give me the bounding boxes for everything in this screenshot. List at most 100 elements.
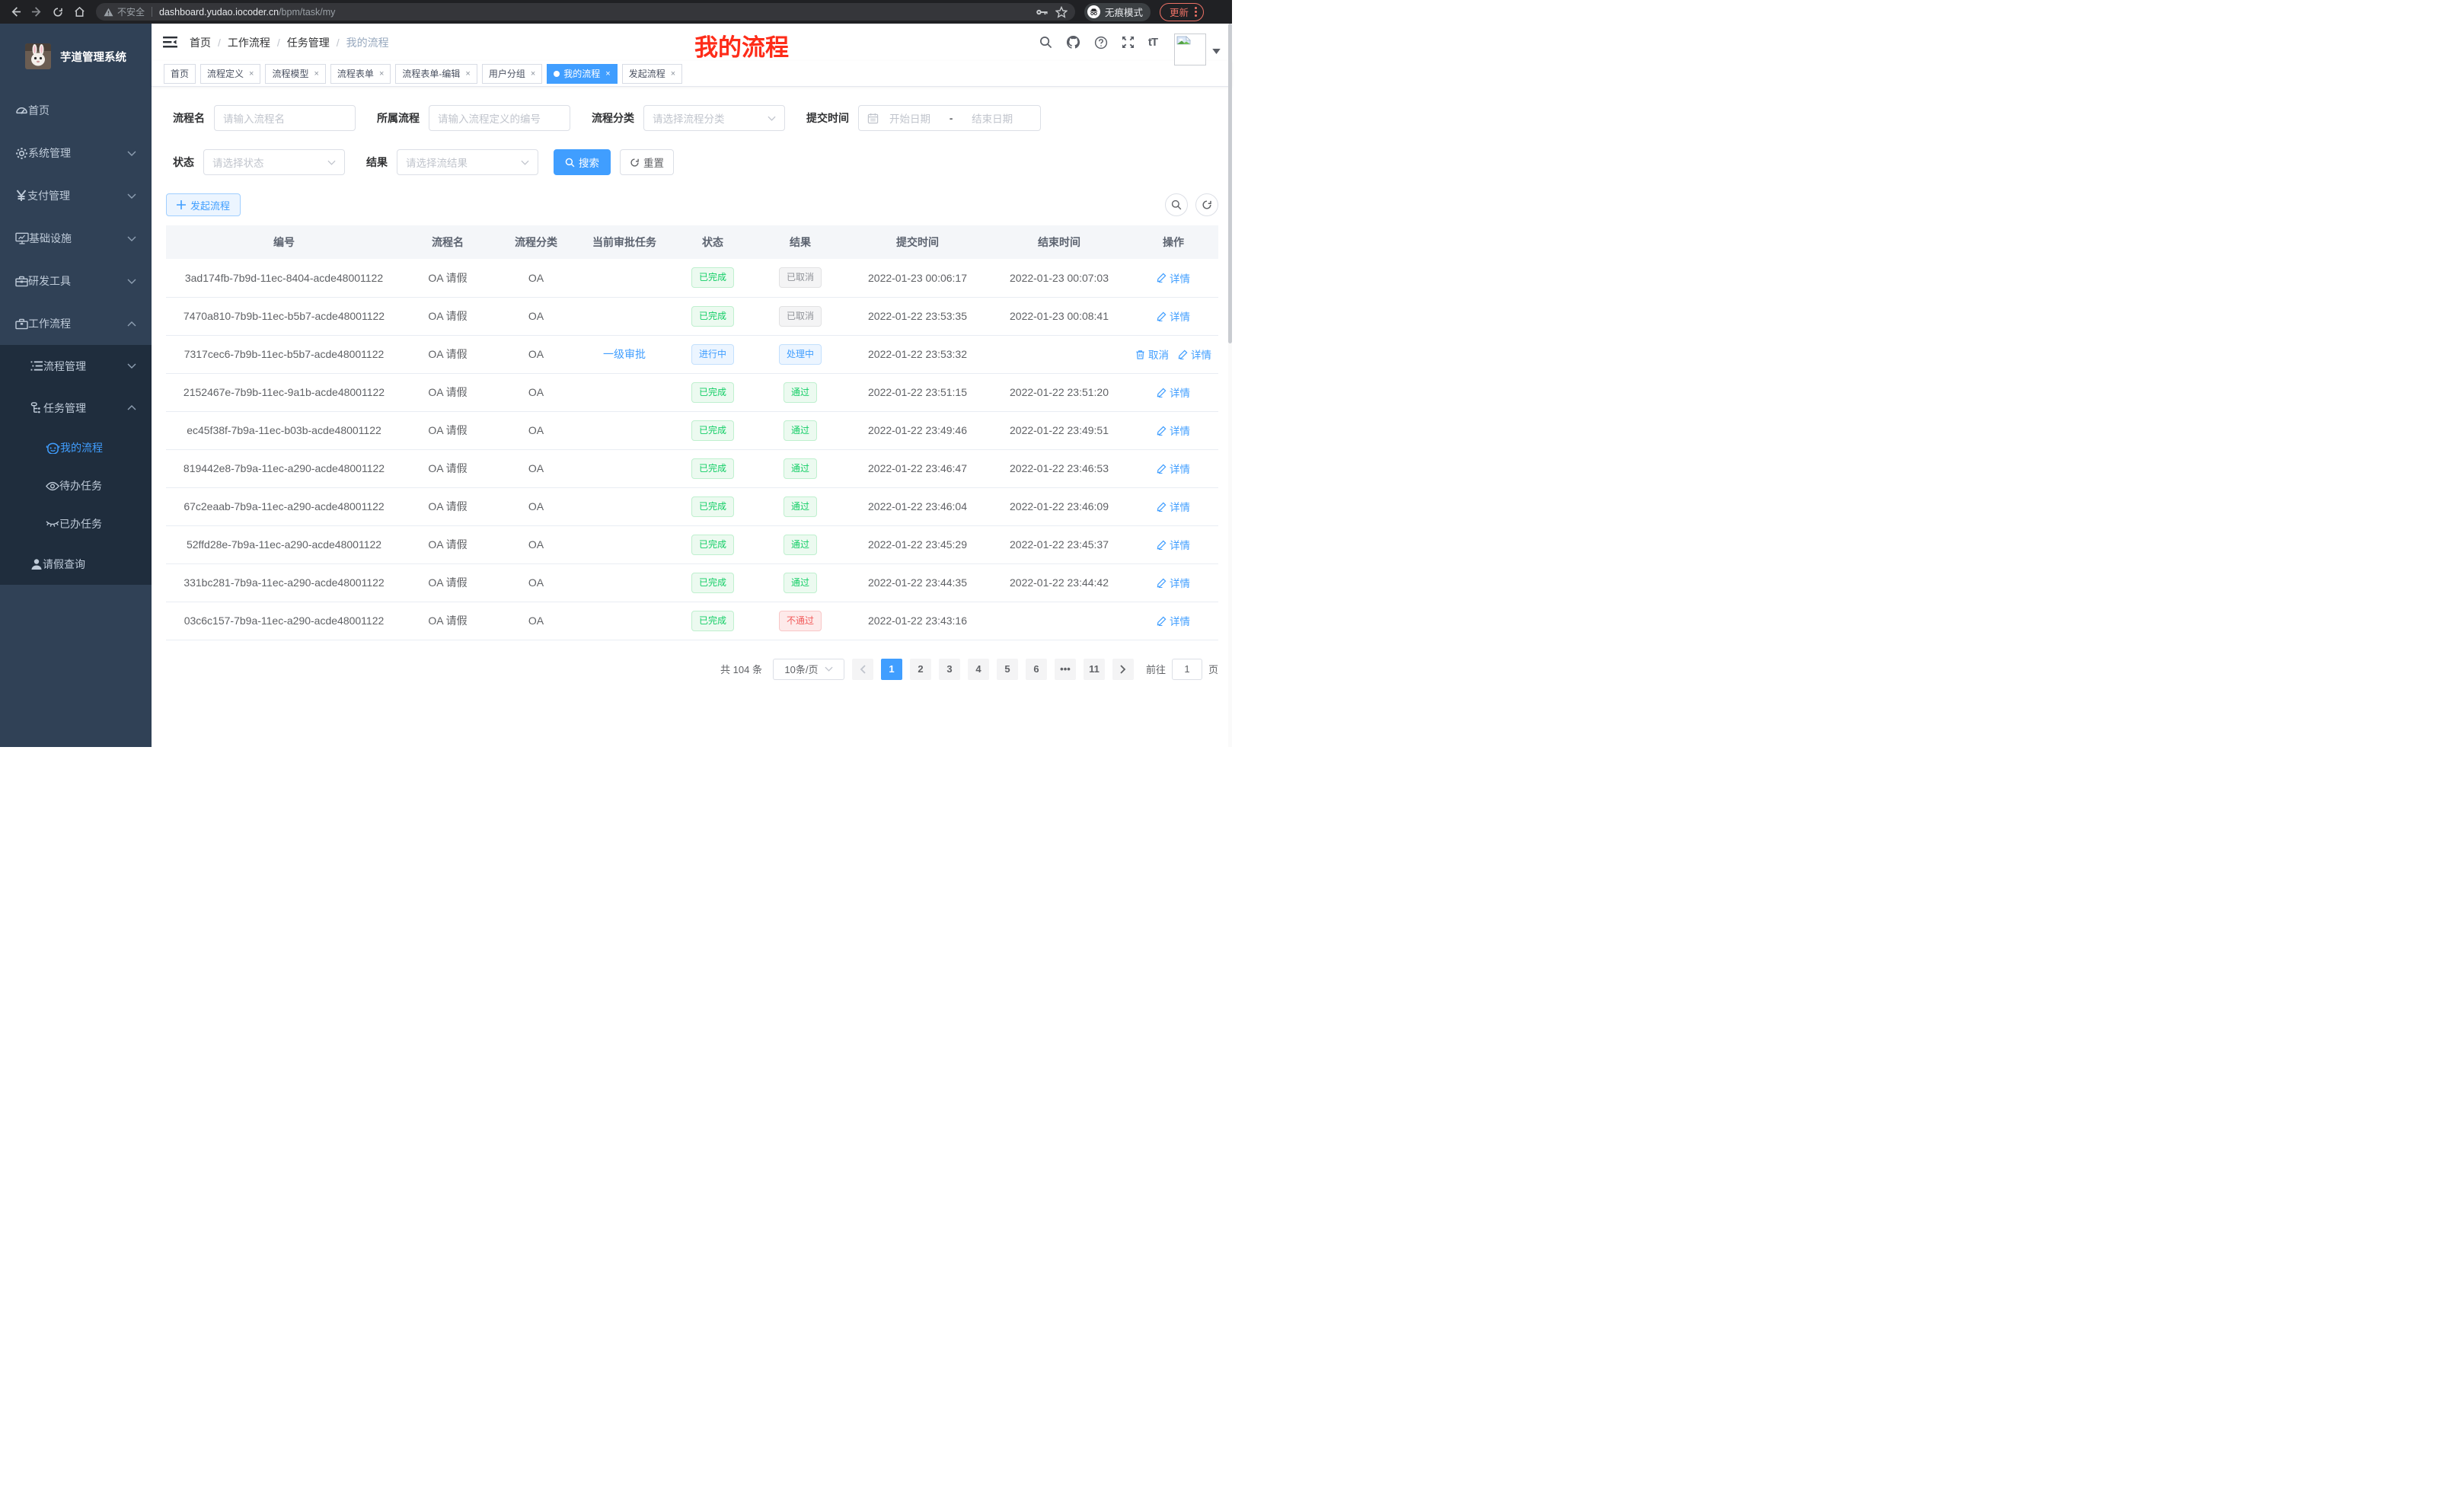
page-button-5[interactable]: 5 [997,659,1018,680]
sidebar-item-5[interactable]: 工作流程 [0,302,152,345]
filter-input-流程名[interactable]: 请输入流程名 [214,105,356,131]
sidebar-item-10[interactable]: 已办任务 [0,505,152,543]
page-button-1[interactable]: 1 [881,659,902,680]
sidebar-item-6[interactable]: 流程管理 [0,345,152,387]
app-logo-row[interactable]: 芋道管理系统 [0,24,152,89]
filter-select-流程分类[interactable]: 请选择流程分类 [643,105,785,131]
tab-close-icon[interactable]: × [379,69,384,78]
key-icon[interactable] [1036,7,1048,18]
page-button-6[interactable]: 6 [1026,659,1047,680]
detail-link[interactable]: 详情 [1157,461,1190,476]
home-icon[interactable] [70,3,88,21]
tab-close-icon[interactable]: × [605,69,610,78]
sidebar-collapse-icon[interactable] [163,36,177,49]
filter-input-所属流程[interactable]: 请输入流程定义的编号 [429,105,570,131]
detail-link[interactable]: 详情 [1157,270,1190,286]
chrome-menu-icon[interactable] [1195,7,1197,17]
filter-select-状态[interactable]: 请选择状态 [203,149,345,175]
sidebar-item-8[interactable]: 我的流程 [0,429,152,467]
sidebar-item-1[interactable]: 系统管理 [0,132,152,174]
bookmark-star-icon[interactable] [1055,6,1068,18]
sidebar-item-0[interactable]: 首页 [0,89,152,132]
page-button-4[interactable]: 4 [968,659,989,680]
create-process-button[interactable]: 发起流程 [166,193,241,216]
filter-select-结果[interactable]: 请选择流结果 [397,149,538,175]
page-button-3[interactable]: 3 [939,659,960,680]
detail-link[interactable]: 详情 [1178,346,1211,362]
detail-link[interactable]: 详情 [1157,308,1190,324]
end-time: 2022-01-22 23:45:37 [990,525,1128,563]
tab-3[interactable]: 流程表单× [330,64,391,84]
chrome-update-button[interactable]: 更新 [1160,3,1204,21]
search-icon[interactable] [1039,36,1052,49]
detail-link[interactable]: 详情 [1157,575,1190,590]
help-icon[interactable] [1094,36,1108,49]
reset-button[interactable]: 重置 [620,149,674,175]
page-size-select[interactable]: 10条/页 [773,659,844,680]
security-warning[interactable]: 不安全 [104,5,145,18]
address-bar[interactable]: 不安全 dashboard.yudao.iocoder.cn/bpm/task/… [96,3,1075,21]
process-name: OA 请假 [402,411,493,449]
tab-close-icon[interactable]: × [465,69,470,78]
sidebar-item-4[interactable]: 研发工具 [0,260,152,302]
tab-close-icon[interactable]: × [531,69,535,78]
detail-link[interactable]: 详情 [1157,385,1190,400]
submit-time: 2022-01-22 23:51:15 [845,373,990,411]
breadcrumb-task[interactable]: 任务管理 [287,35,330,50]
fontsize-icon[interactable]: tT [1148,36,1157,49]
result-badge: 已取消 [779,306,822,327]
github-icon[interactable] [1066,35,1080,49]
avatar-caret-icon[interactable] [1212,49,1221,54]
monitor-icon [15,232,29,244]
refresh-table-button[interactable] [1195,193,1218,216]
status-badge: 已完成 [691,535,734,555]
tab-close-icon[interactable]: × [314,69,318,78]
goto-page-input[interactable]: 1 [1172,659,1202,680]
toggle-search-button[interactable] [1165,193,1188,216]
edit-icon [1157,616,1167,626]
page-button-11[interactable]: 11 [1084,659,1105,680]
prev-page-button[interactable] [852,659,873,680]
pagination-ellipsis[interactable]: ••• [1055,659,1076,680]
table-row: 67c2eaab-7b9a-11ec-a290-acde48001122OA 请… [166,487,1218,525]
tab-2[interactable]: 流程模型× [265,64,325,84]
column-header-结束时间: 结束时间 [990,225,1128,259]
goto-label: 前往 [1146,662,1166,676]
tab-0[interactable]: 首页 [164,64,196,84]
detail-link[interactable]: 详情 [1157,537,1190,552]
process-category: OA [493,259,579,297]
detail-link[interactable]: 详情 [1157,423,1190,438]
tab-close-icon[interactable]: × [671,69,675,78]
tab-7[interactable]: 发起流程× [622,64,682,84]
end-time [990,602,1128,640]
cancel-link[interactable]: 取消 [1135,346,1169,362]
search-button[interactable]: 搜索 [554,149,611,175]
page-button-2[interactable]: 2 [910,659,931,680]
sidebar-item-11[interactable]: 请假查询 [0,543,152,585]
detail-link[interactable]: 详情 [1157,613,1190,628]
forward-icon[interactable] [27,3,46,21]
filter-daterange-提交时间[interactable]: 开始日期-结束日期 [858,105,1041,131]
current-task-link[interactable]: 一级审批 [603,346,646,362]
tab-close-icon[interactable]: × [249,69,254,78]
next-page-button[interactable] [1112,659,1134,680]
sidebar-item-2[interactable]: 支付管理 [0,174,152,217]
tab-6[interactable]: 我的流程× [547,64,617,84]
sidebar-item-3[interactable]: 基础设施 [0,217,152,260]
avatar[interactable] [1174,34,1206,65]
detail-link[interactable]: 详情 [1157,499,1190,514]
breadcrumb-home[interactable]: 首页 [190,35,211,50]
window-scrollbar[interactable] [1228,24,1232,747]
sidebar-item-7[interactable]: 任务管理 [0,387,152,429]
reload-icon[interactable] [49,3,67,21]
back-icon[interactable] [6,3,24,21]
sidebar-menu: 首页系统管理支付管理基础设施研发工具工作流程流程管理任务管理我的流程待办任务已办… [0,89,152,585]
fullscreen-icon[interactable] [1122,36,1135,49]
tab-4[interactable]: 流程表单-编辑× [395,64,477,84]
tab-5[interactable]: 用户分组× [482,64,542,84]
tab-1[interactable]: 流程定义× [200,64,260,84]
end-time: 2022-01-22 23:46:09 [990,487,1128,525]
breadcrumb-workflow[interactable]: 工作流程 [228,35,270,50]
sidebar-item-9[interactable]: 待办任务 [0,467,152,505]
column-header-编号: 编号 [166,225,402,259]
